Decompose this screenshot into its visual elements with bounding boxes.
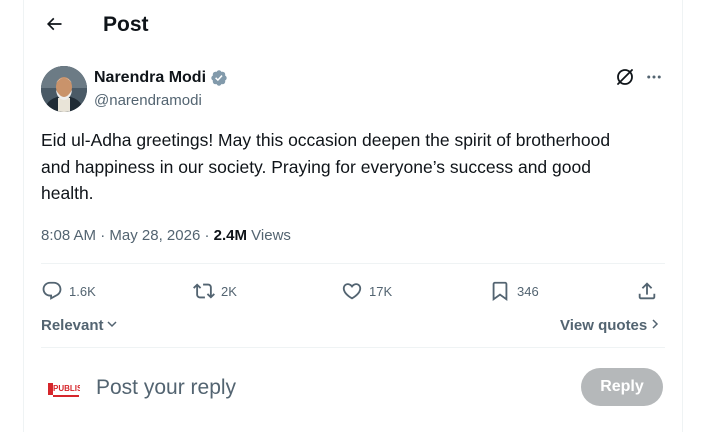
like-action[interactable]: 17K	[341, 278, 392, 304]
divider	[41, 263, 665, 264]
quotes-label: View quotes	[560, 317, 648, 334]
replies-sort-button[interactable]: Relevant	[41, 316, 118, 336]
author-name[interactable]: Narendra Modi	[94, 68, 228, 88]
reply-input[interactable]	[96, 374, 566, 402]
grok-icon	[615, 67, 635, 92]
author-avatar[interactable]	[41, 66, 87, 112]
meta-separator: ·	[100, 227, 106, 244]
meta-separator: ·	[204, 227, 210, 244]
verified-badge-icon	[210, 69, 228, 87]
chevron-down-icon	[106, 316, 118, 336]
bookmark-icon	[489, 280, 511, 302]
like-count: 17K	[369, 283, 393, 299]
reply-button[interactable]: Reply	[581, 368, 663, 406]
views-label: Views	[251, 227, 291, 244]
grok-button[interactable]	[614, 68, 636, 90]
reply-count: 1.6K	[69, 283, 96, 299]
sort-label: Relevant	[41, 317, 104, 334]
top-bar: Post	[24, 0, 684, 52]
views-count: 2.4M	[213, 227, 247, 244]
repost-count: 2K	[221, 283, 237, 299]
share-action[interactable]	[636, 278, 658, 304]
heart-icon	[341, 280, 363, 302]
post-time[interactable]: 8:08 AM	[41, 227, 96, 244]
reply-avatar: PUBLISH	[48, 374, 88, 404]
author-name-text: Narendra Modi	[94, 69, 207, 86]
repost-action[interactable]: 2K	[193, 278, 237, 304]
post-meta: 8:08 AM · May 28, 2026 · 2.4M Views	[41, 226, 291, 246]
repost-icon	[193, 280, 215, 302]
divider	[41, 347, 665, 348]
post-text: Eid ul-Adha greetings! May this occasion…	[41, 130, 611, 203]
arrow-left-icon	[44, 14, 64, 39]
reply-action[interactable]: 1.6K	[41, 278, 96, 304]
post-detail-column: Post Narendra Modi @narendramodi Eid ul-…	[23, 0, 683, 432]
view-quotes-link[interactable]: View quotes	[560, 316, 660, 336]
action-bar: 1.6K 2K 17K 346	[41, 278, 665, 304]
post-date[interactable]: May 28, 2026	[109, 227, 200, 244]
reply-icon	[41, 280, 63, 302]
more-options-button[interactable]	[643, 68, 665, 90]
publish-logo-text: PUBLISH	[53, 384, 80, 393]
bookmark-count: 346	[517, 283, 539, 299]
more-icon	[645, 68, 663, 91]
bookmark-action[interactable]: 346	[489, 278, 539, 304]
author-handle[interactable]: @narendramodi	[94, 91, 202, 111]
share-icon	[636, 280, 658, 302]
page-title: Post	[103, 13, 149, 36]
back-button[interactable]	[38, 10, 70, 42]
chevron-right-icon	[650, 316, 660, 336]
